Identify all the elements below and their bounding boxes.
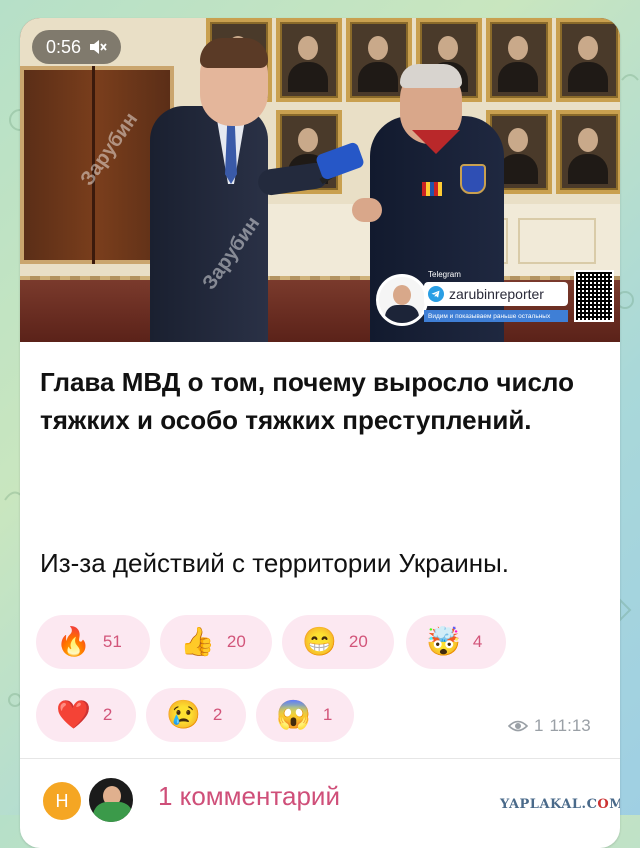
- reaction-count: 4: [472, 632, 483, 651]
- site-watermark-part1: YAPLAKAL.C: [500, 797, 598, 812]
- portrait: [556, 18, 620, 102]
- reaction-count: 2: [102, 705, 113, 724]
- officer-medal: [422, 182, 442, 196]
- channel-name: zarubinreporter: [424, 282, 568, 306]
- commenter-avatar: Н: [40, 779, 84, 823]
- commenter-avatar-photo: [86, 775, 136, 825]
- portrait: [486, 18, 552, 102]
- scream-icon: 😱: [276, 699, 311, 730]
- mind-blown-icon: 🤯: [426, 626, 461, 657]
- officer-hair: [400, 64, 462, 88]
- reaction-count: 1: [322, 705, 333, 724]
- channel-tagline: Видим и показываем раньше остальных: [424, 310, 568, 322]
- site-watermark-part3: M: [609, 797, 620, 812]
- fire-icon: 🔥: [56, 626, 91, 657]
- video-panel: [518, 218, 596, 264]
- reaction-grin[interactable]: 😁 20: [282, 615, 394, 669]
- channel-avatar: [376, 274, 428, 326]
- portrait: [276, 18, 342, 102]
- site-watermark: YAPLAKAL.COM: [500, 797, 620, 812]
- reaction-crying[interactable]: 😢 2: [146, 688, 246, 742]
- reaction-count: 2: [212, 705, 223, 724]
- portrait: [556, 110, 620, 194]
- heart-icon: ❤️: [56, 699, 91, 730]
- site-watermark-part2: O: [597, 797, 610, 812]
- channel-handle: zarubinreporter: [449, 286, 544, 302]
- reaction-count: 20: [226, 632, 246, 651]
- post-body: Из-за действий с территории Украины.: [40, 548, 510, 578]
- channel-platform: Telegram: [428, 270, 461, 279]
- officer-patch: [460, 164, 486, 194]
- crying-icon: 😢: [166, 699, 201, 730]
- reaction-heart[interactable]: ❤️ 2: [36, 688, 136, 742]
- comments-label[interactable]: 1 комментарий: [158, 781, 340, 812]
- post-time: 11:13: [549, 716, 591, 735]
- telegram-icon: [428, 286, 444, 302]
- reaction-thumbs-up[interactable]: 👍 20: [160, 615, 272, 669]
- post-title: Глава МВД о том, почему выросло число тя…: [40, 367, 574, 435]
- eye-icon: [508, 720, 528, 732]
- muted-speaker-icon[interactable]: [89, 39, 107, 55]
- reaction-scream[interactable]: 😱 1: [256, 688, 354, 742]
- channel-overlay: Telegram zarubinreporter Видим и показыв…: [376, 270, 614, 334]
- reaction-fire[interactable]: 🔥 51: [36, 615, 150, 669]
- reaction-count: 51: [102, 632, 122, 651]
- qr-code-icon: [574, 270, 614, 322]
- reaction-count: 20: [348, 632, 368, 651]
- reaction-mind-blown[interactable]: 🤯 4: [406, 615, 506, 669]
- thumbs-up-icon: 👍: [180, 626, 215, 657]
- video-player[interactable]: Зарубин Зарубин 0:56 Telegram zarubinrep…: [20, 18, 620, 342]
- officer-hand: [352, 198, 382, 222]
- view-counter: 1 11:13: [508, 716, 591, 736]
- grin-icon: 😁: [302, 626, 337, 657]
- video-timer-text: 0:56: [46, 36, 82, 57]
- video-timer[interactable]: 0:56: [32, 30, 122, 64]
- view-count: 1: [534, 716, 544, 735]
- message-card: Зарубин Зарубин 0:56 Telegram zarubinrep…: [20, 18, 620, 848]
- comments-bar[interactable]: Н 1 комментарий YAPLAKAL.COM: [20, 759, 620, 833]
- reporter-hair: [200, 38, 268, 68]
